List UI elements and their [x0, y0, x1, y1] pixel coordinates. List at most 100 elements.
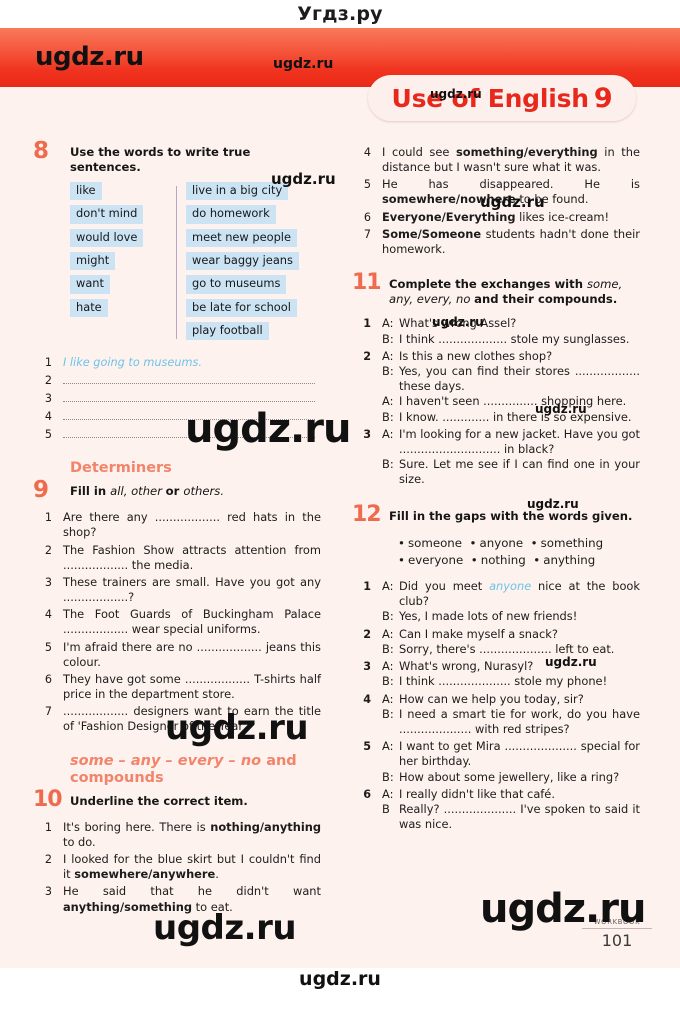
- item-number: 2: [363, 627, 371, 641]
- item-text[interactable]: Are there any .................. red hat…: [63, 510, 321, 540]
- word-chip[interactable]: do homework: [186, 205, 276, 224]
- dialogue-line: A: Can I make myself a snack?: [382, 627, 640, 642]
- item-text[interactable]: He has disappeared. He is somewhere/nowh…: [382, 177, 640, 207]
- dialogue-text[interactable]: Really? .................... I've spoken…: [399, 802, 640, 832]
- word-chip[interactable]: go to museums: [186, 275, 287, 294]
- exercise-11-instruction: Complete the exchanges with some, any, e…: [389, 277, 640, 307]
- item-text[interactable]: It's boring here. There is nothing/anyth…: [63, 820, 321, 850]
- instr-part: and their compounds.: [474, 292, 618, 307]
- instr-part: Fill in: [70, 484, 111, 499]
- word-option[interactable]: someone: [408, 536, 462, 550]
- word-chip[interactable]: live in a big city: [186, 182, 289, 201]
- dialogue-text[interactable]: I think .................... stole my ph…: [399, 674, 640, 689]
- item-choice[interactable]: somewhere/anywhere: [74, 867, 215, 881]
- item-text[interactable]: I'm afraid there are no ................…: [63, 640, 321, 670]
- word-option[interactable]: everyone: [408, 553, 463, 567]
- exercise-item: 3 A: I'm looking for a new jacket. Have …: [352, 427, 640, 488]
- word-option[interactable]: something: [541, 536, 603, 550]
- dialogue-text[interactable]: I need a smart tie for work, do you have…: [399, 707, 640, 737]
- item-post: to eat.: [192, 899, 233, 914]
- item-text[interactable]: These trainers are small. Have you got a…: [63, 575, 321, 605]
- word-chip[interactable]: like: [70, 182, 102, 201]
- dialogue-text[interactable]: Yes, I made lots of new friends!: [399, 609, 640, 624]
- exercise-10-items-left: 1 It's boring here. There is nothing/any…: [33, 820, 321, 915]
- answer-blank-line[interactable]: [63, 409, 315, 421]
- item-text[interactable]: He said that he didn't want anything/som…: [63, 884, 321, 914]
- dialogue-text[interactable]: I know. ............. in there is so exp…: [399, 410, 640, 425]
- instr-part-italic: others.: [183, 484, 225, 499]
- dialogue-text[interactable]: Sorry, there's .................... left…: [399, 642, 640, 657]
- word-chip[interactable]: meet new people: [186, 228, 297, 247]
- dialogue-text[interactable]: Did you meet anyone nice at the book clu…: [399, 579, 640, 609]
- dialogue-line: B: I need a smart tie for work, do you h…: [382, 707, 640, 737]
- item-choice[interactable]: nothing/anything: [210, 820, 321, 834]
- dialogue-text[interactable]: I think ................... stole my sun…: [399, 332, 640, 347]
- item-text[interactable]: Everyone/Everything likes ice-cream!: [382, 210, 640, 225]
- dialogue-text[interactable]: How can we help you today, sir?: [399, 692, 640, 707]
- speaker-label: A:: [382, 578, 394, 593]
- dialogue-line: A: Is this a new clothes shop?: [382, 349, 640, 364]
- item-choice[interactable]: Some/Someone: [382, 227, 481, 241]
- item-text[interactable]: I looked for the blue skirt but I couldn…: [63, 852, 321, 882]
- word-option[interactable]: anyone: [480, 536, 524, 550]
- dialogue-text[interactable]: I really didn't like that café.: [399, 787, 640, 802]
- dialogue-text[interactable]: Yes, you can find their stores .........…: [399, 364, 640, 394]
- dialogue-text[interactable]: Sure. Let me see if I can find one in yo…: [399, 457, 640, 487]
- word-chip[interactable]: hate: [70, 298, 108, 317]
- left-column: 8 Use the words to write true sentences.…: [33, 140, 321, 917]
- dialogue-text[interactable]: I want to get Mira .................... …: [399, 739, 640, 769]
- item-text[interactable]: I could see something/everything in the …: [382, 145, 640, 175]
- section-heading-determiners: Determiners: [70, 460, 172, 477]
- item-number: 6: [363, 210, 371, 224]
- exercise-10-header: 10 Underline the correct item.: [33, 788, 321, 813]
- word-chip[interactable]: play football: [186, 321, 269, 341]
- word-chip[interactable]: wear baggy jeans: [186, 251, 299, 271]
- speaker-label: A:: [382, 348, 394, 363]
- word-chip[interactable]: would love: [70, 228, 144, 247]
- word-option[interactable]: nothing: [481, 553, 526, 567]
- word-chip[interactable]: don't mind: [70, 205, 144, 224]
- speaker-label: B:: [382, 331, 394, 346]
- site-header: Угдз.ру: [0, 0, 680, 28]
- item-text[interactable]: .................. designers want to ear…: [63, 704, 321, 734]
- banner-logo-watermark: ugdz.ru: [35, 42, 144, 72]
- dialogue-line: B: I think .................... stole my…: [382, 674, 640, 689]
- dialogue-text[interactable]: What's wrong, Nurasyl?: [399, 659, 640, 674]
- dialogue-text[interactable]: How about some jewellery, like a ring?: [399, 770, 640, 785]
- item-choice[interactable]: something/everything: [456, 145, 598, 159]
- item-text[interactable]: Some/Someone students hadn't done their …: [382, 227, 640, 257]
- dialogue-text[interactable]: I haven't seen ............... shopping …: [399, 394, 640, 409]
- dialogue-text[interactable]: I'm looking for a new jacket. Have you g…: [399, 427, 640, 457]
- answer-blank-line[interactable]: [63, 373, 315, 385]
- item-choice[interactable]: anything/something: [63, 900, 192, 914]
- exercise-10-number: 10: [33, 786, 63, 812]
- exercise-item: 1 A: What's wrong Assel? B: I think ....…: [352, 316, 640, 347]
- dialogue: A: What's wrong, Nurasyl? B: I think ...…: [382, 659, 640, 690]
- item-number: 3: [363, 427, 371, 441]
- exercise-item: 7 .................. designers want to e…: [33, 704, 321, 734]
- dialogue-text[interactable]: What's wrong Assel?: [399, 316, 640, 331]
- answer-row: 5: [33, 427, 321, 442]
- word-option[interactable]: anything: [543, 553, 595, 567]
- dialogue-text[interactable]: Is this a new clothes shop?: [399, 349, 640, 364]
- dialogue-line: B: How about some jewellery, like a ring…: [382, 770, 640, 785]
- item-choice[interactable]: somewhere/nowhere: [382, 192, 516, 206]
- answer-blank-line[interactable]: [63, 391, 315, 403]
- bullet-dot: •: [533, 553, 541, 568]
- word-chip[interactable]: might: [70, 251, 116, 271]
- word-chip[interactable]: want: [70, 275, 110, 294]
- item-choice[interactable]: Everyone/Everything: [382, 210, 516, 224]
- item-number: 3: [363, 660, 371, 674]
- exercise-8-instruction: Use the words to write true sentences.: [70, 145, 251, 175]
- item-number: 7: [363, 227, 371, 241]
- dialogue-line: B Really? .................... I've spok…: [382, 802, 640, 832]
- word-chip[interactable]: be late for school: [186, 298, 297, 317]
- item-text[interactable]: The Fashion Show attracts attention from…: [63, 543, 321, 573]
- compounds-heading-line2: compounds: [70, 769, 164, 786]
- item-post: to be found.: [515, 192, 589, 207]
- answer-blank-line[interactable]: [63, 427, 315, 439]
- exercise-item: 1 Are there any .................. red h…: [33, 510, 321, 540]
- item-text[interactable]: They have got some .................. T-…: [63, 672, 321, 702]
- item-text[interactable]: The Foot Guards of Buckingham Palace ...…: [63, 607, 321, 637]
- dialogue-text[interactable]: Can I make myself a snack?: [399, 627, 640, 642]
